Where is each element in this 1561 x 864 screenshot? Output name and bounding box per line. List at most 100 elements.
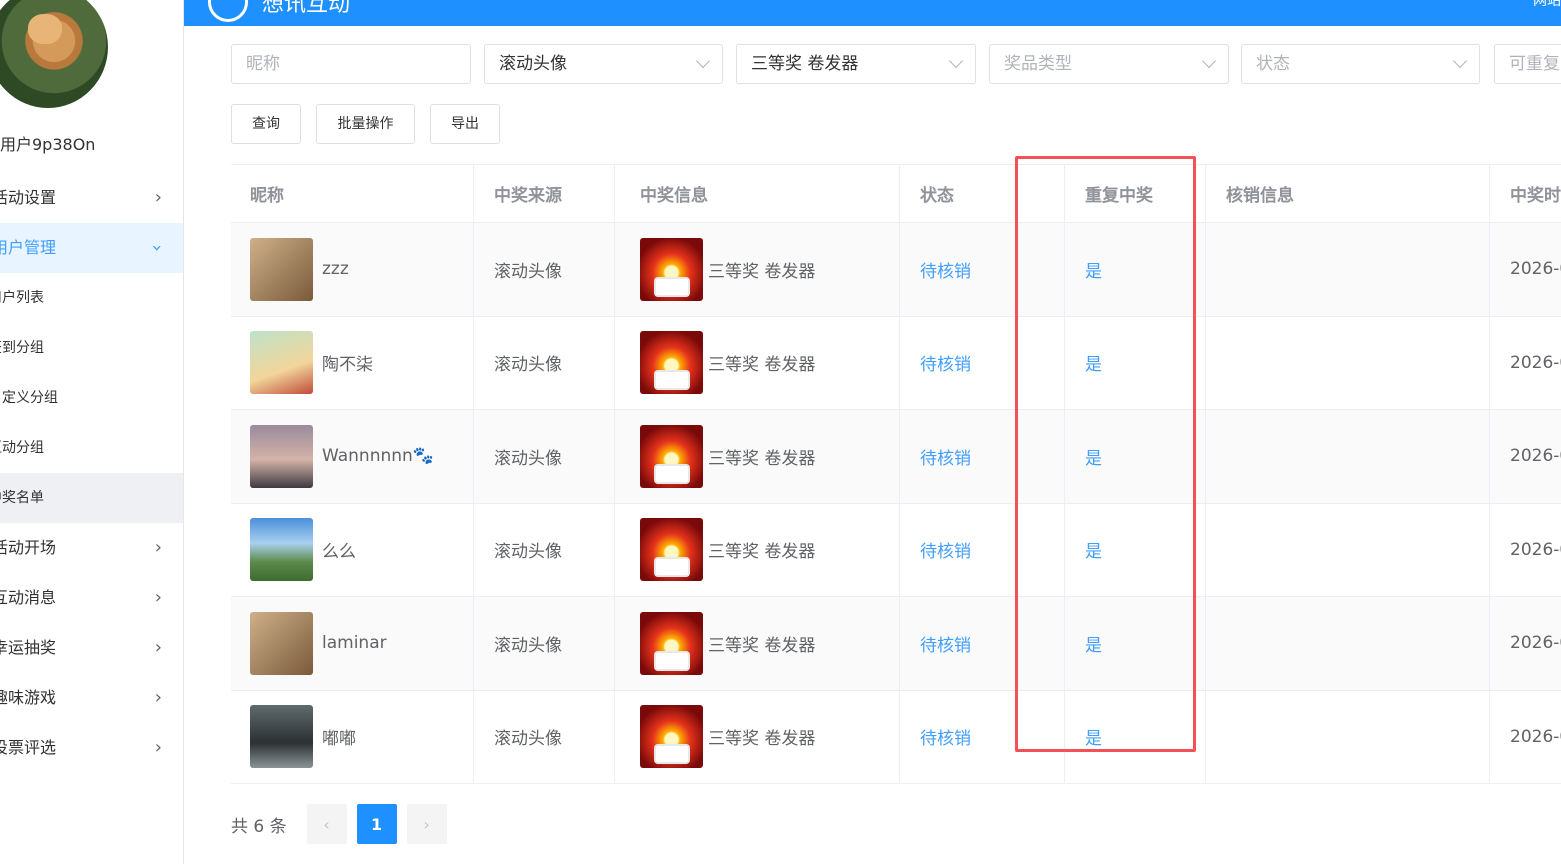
main-content: 昵称 滚动头像 三等奖 卷发器 奖品类型 状态 可重复 查询 批量操作 导出 昵… [206, 26, 1561, 864]
table-row[interactable]: Wannnnnn🐾 滚动头像 三等奖 卷发器 待核销 是 2026-0 [231, 410, 1561, 504]
user-avatar [250, 518, 313, 582]
source-cell: 滚动头像 [474, 690, 615, 783]
status-link[interactable]: 待核销 [920, 537, 971, 562]
sidebar-item-label: 用户管理 [0, 238, 57, 257]
sidebar-subitem-checkin-group[interactable]: 签到分组 [0, 323, 183, 373]
sidebar-item-games[interactable]: 趣味游戏 › [0, 673, 183, 723]
repeat-select[interactable]: 可重复 [1494, 44, 1561, 84]
sidebar-subitem-interact-group[interactable]: 互动分组 [0, 423, 183, 473]
prev-page-button[interactable]: ‹ [306, 804, 347, 844]
sidebar-subitem-label: 自定义分组 [0, 390, 58, 406]
sidebar-subitem-user-list[interactable]: 用户列表 [0, 273, 183, 323]
repeat-value: 是 [1085, 355, 1102, 376]
sidebar-item-voting[interactable]: 投票评选 › [0, 723, 183, 773]
winner-table: 昵称 中奖来源 中奖信息 状态 重复中奖 核销信息 中奖时 zzz 滚动头像 三… [231, 164, 1561, 784]
verify-cell [1206, 597, 1490, 690]
sidebar-item-user-management[interactable]: 用户管理 › [0, 223, 183, 273]
sidebar-subitem-winner-list[interactable]: 中奖名单 [0, 473, 183, 523]
status-cell: 待核销 [900, 410, 1065, 503]
source-cell: 滚动头像 [474, 597, 615, 690]
status-select[interactable]: 状态 [1241, 44, 1480, 84]
prize-gift-icon [640, 611, 703, 675]
sidebar-subitem-custom-group[interactable]: 自定义分组 [0, 373, 183, 423]
source-select[interactable]: 滚动头像 [484, 44, 723, 84]
sidebar-item-lottery[interactable]: 幸运抽奖 › [0, 623, 183, 673]
repeat-cell: 是 [1065, 410, 1206, 503]
status-link[interactable]: 待核销 [920, 444, 971, 469]
sidebar-item-opening[interactable]: 活动开场 › [0, 523, 183, 573]
column-header-repeat[interactable]: 重复中奖 [1065, 165, 1206, 222]
table-row[interactable]: zzz 滚动头像 三等奖 卷发器 待核销 是 2026-0 [231, 223, 1561, 317]
nickname-cell: 嘟嘟 [231, 690, 474, 783]
user-avatar [250, 611, 313, 675]
prize-cell: 三等奖 卷发器 [615, 316, 900, 409]
column-header-status[interactable]: 状态 [900, 165, 1065, 222]
column-header-nickname[interactable]: 昵称 [231, 165, 474, 222]
table-row[interactable]: 么么 滚动头像 三等奖 卷发器 待核销 是 2026-0 [231, 503, 1561, 597]
prize-text: 三等奖 卷发器 [708, 355, 816, 376]
repeat-value: 是 [1085, 542, 1102, 563]
table-row[interactable]: laminar 滚动头像 三等奖 卷发器 待核销 是 2026-0 [231, 597, 1561, 691]
prize-text: 三等奖 卷发器 [708, 729, 816, 750]
sidebar-item-label: 活动开场 [0, 538, 57, 557]
status-link[interactable]: 待核销 [920, 257, 971, 282]
prize-gift-icon [640, 424, 703, 488]
nickname-cell: Wannnnnn🐾 [231, 410, 474, 503]
verify-cell [1206, 503, 1490, 596]
source-cell: 滚动头像 [474, 316, 615, 409]
prize-text: 三等奖 卷发器 [708, 448, 816, 469]
prize-text: 三等奖 卷发器 [708, 635, 816, 656]
repeat-cell: 是 [1065, 223, 1206, 316]
app-title: 想讯互动 [262, 0, 351, 17]
batch-operation-button[interactable]: 批量操作 [316, 104, 415, 144]
top-bar-right-link[interactable]: 网站 [1533, 0, 1561, 10]
nickname-text: laminar [322, 633, 387, 654]
time-cell: 2026-0 [1490, 410, 1561, 503]
source-select-value: 滚动头像 [499, 54, 567, 74]
column-header-verify[interactable]: 核销信息 [1206, 165, 1490, 222]
table-header-row: 昵称 中奖来源 中奖信息 状态 重复中奖 核销信息 中奖时 [231, 165, 1561, 223]
source-cell: 滚动头像 [474, 223, 615, 316]
prize-gift-icon [640, 518, 703, 582]
column-header-prize[interactable]: 中奖信息 [615, 165, 900, 222]
chevron-right-icon: › [154, 587, 162, 608]
source-cell: 滚动头像 [474, 503, 615, 596]
chevron-right-icon: › [154, 687, 162, 708]
export-button[interactable]: 导出 [430, 104, 500, 144]
column-header-source[interactable]: 中奖来源 [474, 165, 615, 222]
prize-cell: 三等奖 卷发器 [615, 223, 900, 316]
sidebar-item-label: 幸运抽奖 [0, 638, 57, 657]
sidebar-item-label: 活动设置 [0, 188, 57, 207]
sidebar-item-messages[interactable]: 互动消息 › [0, 573, 183, 623]
page-number-button[interactable]: 1 [356, 804, 397, 844]
status-link[interactable]: 待核销 [920, 631, 971, 656]
sidebar: 用户9p38On 活动设置 › 用户管理 › 用户列表 签到分组 自定义分组 互… [0, 0, 184, 864]
verify-cell [1206, 223, 1490, 316]
prize-type-select[interactable]: 奖品类型 [989, 44, 1229, 84]
table-row[interactable]: 陶不柒 滚动头像 三等奖 卷发器 待核销 是 2026-0 [231, 316, 1561, 410]
repeat-cell: 是 [1065, 503, 1206, 596]
nickname-input[interactable]: 昵称 [231, 44, 471, 84]
table-row[interactable]: 嘟嘟 滚动头像 三等奖 卷发器 待核销 是 2026-0 [231, 690, 1561, 784]
column-header-time[interactable]: 中奖时 [1490, 165, 1561, 222]
sidebar-menu: 活动设置 › 用户管理 › 用户列表 签到分组 自定义分组 互动分组 中奖名单 … [0, 173, 183, 773]
username: 用户9p38On [0, 135, 96, 154]
user-avatar[interactable] [0, 0, 108, 108]
chevron-right-icon: › [154, 187, 162, 208]
prize-cell: 三等奖 卷发器 [615, 410, 900, 503]
sidebar-item-activity-settings[interactable]: 活动设置 › [0, 173, 183, 223]
prize-select[interactable]: 三等奖 卷发器 [736, 44, 976, 84]
status-link[interactable]: 待核销 [920, 350, 971, 375]
verify-cell [1206, 316, 1490, 409]
repeat-cell: 是 [1065, 597, 1206, 690]
next-page-button[interactable]: › [406, 804, 447, 844]
nickname-text: 么么 [322, 542, 356, 563]
repeat-value: 是 [1085, 729, 1102, 750]
verify-cell [1206, 410, 1490, 503]
status-link[interactable]: 待核销 [920, 724, 971, 749]
chevron-right-icon: › [154, 737, 162, 758]
status-cell: 待核销 [900, 316, 1065, 409]
pagination-total: 共 6 条 [231, 816, 287, 837]
status-placeholder: 状态 [1256, 54, 1290, 74]
query-button[interactable]: 查询 [231, 104, 301, 144]
